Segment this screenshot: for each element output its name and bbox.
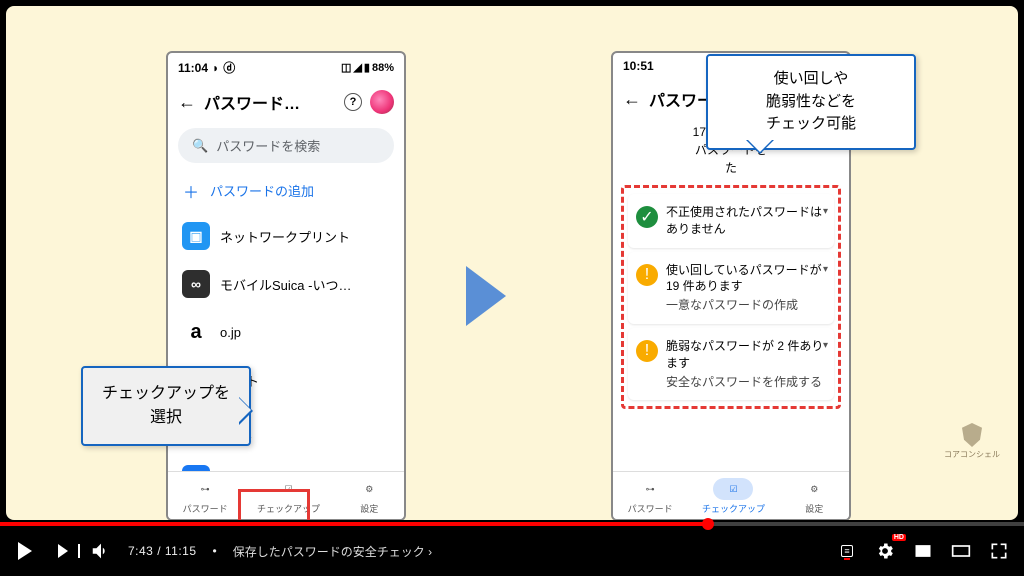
phone-password-list: 11:04 ◗ ⓓ ◫ ◢ ▮ 88% ← パスワード… ? 🔍 パスワードを検…	[166, 51, 406, 520]
site-icon: ▣	[182, 222, 210, 250]
app-header: ← パスワード… ?	[168, 82, 404, 122]
help-icon[interactable]: ?	[344, 93, 362, 111]
password-item[interactable]: ▣ ネットワークプリント	[168, 212, 404, 260]
chevron-down-icon: ▾	[823, 264, 828, 275]
bottom-nav: ⊶ パスワード ☑ チェックアップ ⚙ 設定	[613, 471, 849, 519]
avatar[interactable]	[370, 90, 394, 114]
password-item[interactable]: a o.jp	[168, 308, 404, 356]
search-input[interactable]: 🔍 パスワードを検索	[178, 128, 394, 163]
bottom-nav: ⊶ パスワード ☑ チェックアップ ⚙ 設定	[168, 471, 404, 519]
cc-icon: ≡	[841, 545, 852, 557]
result-text: 不正使用されたパスワードはありません	[666, 204, 826, 238]
arrow-right-icon	[466, 266, 506, 326]
notification-icon: ◗	[212, 61, 219, 75]
nav-checkup[interactable]: ☑ チェックアップ	[257, 478, 320, 515]
video-content: 11:04 ◗ ⓓ ◫ ◢ ▮ 88% ← パスワード… ? 🔍 パスワードを検…	[6, 6, 1018, 520]
status-bar: 11:04 ◗ ⓓ ◫ ◢ ▮ 88%	[168, 53, 404, 82]
site-name: o.jp	[220, 325, 241, 340]
fullscreen-icon	[989, 541, 1009, 561]
clipboard-icon: ☑	[729, 484, 737, 495]
result-sub: 一意なパスワードの作成	[666, 297, 826, 314]
password-item[interactable]: ∞ モバイルSuica -いつ…	[168, 260, 404, 308]
result-ok[interactable]: ✓ 不正使用されたパスワードはありません ▾	[628, 194, 834, 248]
vibrate-icon: ◫	[341, 61, 351, 74]
callout-check-vulnerabilities: 使い回しや 脆弱性などを チェック可能	[706, 54, 916, 150]
clipboard-icon: ☑	[284, 484, 292, 495]
nav-checkup[interactable]: ☑ チェックアップ	[702, 478, 765, 515]
result-sub: 安全なパスワードを作成する	[666, 374, 826, 391]
site-icon: ∞	[182, 270, 210, 298]
result-text: 脆弱なパスワードが 2 件あります	[666, 338, 826, 372]
key-icon: ⊶	[201, 484, 210, 495]
status-time: 11:04	[178, 61, 208, 75]
battery-icon: ▮	[364, 61, 370, 74]
nav-settings[interactable]: ⚙ 設定	[794, 478, 834, 515]
miniplayer-icon	[913, 541, 933, 561]
site-name: ネットワークプリント	[220, 227, 350, 246]
checkup-results-box: ✓ 不正使用されたパスワードはありません ▾ ! 使い回しているパスワードが 1…	[621, 185, 841, 409]
miniplayer-button[interactable]	[912, 540, 934, 562]
key-icon: ⊶	[646, 484, 655, 495]
theater-icon	[950, 541, 972, 561]
signal-icon: ◢	[353, 61, 361, 74]
check-ok-icon: ✓	[636, 206, 658, 228]
search-icon: 🔍	[192, 138, 208, 154]
back-icon[interactable]: ←	[623, 89, 641, 110]
gear-icon: ⚙	[810, 484, 818, 495]
status-time: 10:51	[623, 59, 654, 73]
gear-icon: ⚙	[365, 484, 373, 495]
volume-icon	[90, 540, 112, 562]
result-weak[interactable]: ! 脆弱なパスワードが 2 件あります 安全なパスワードを作成する ▾	[628, 328, 834, 400]
search-placeholder: パスワードを検索	[216, 136, 320, 155]
add-password-button[interactable]: ＋ パスワードの追加	[168, 169, 404, 212]
nav-passwords[interactable]: ⊶ パスワード	[183, 478, 228, 515]
nav-settings[interactable]: ⚙ 設定	[349, 478, 389, 515]
theater-button[interactable]	[950, 540, 972, 562]
next-button[interactable]	[52, 540, 74, 562]
warn-icon: !	[636, 340, 658, 362]
volume-button[interactable]	[90, 540, 112, 562]
chevron-down-icon: ▾	[823, 206, 828, 217]
result-reused[interactable]: ! 使い回しているパスワードが 19 件あります 一意なパスワードの作成 ▾	[628, 252, 834, 324]
warn-icon: !	[636, 264, 658, 286]
battery-pct: 88%	[372, 62, 394, 74]
channel-watermark[interactable]: コアコンシェル	[944, 423, 1000, 460]
watermark-icon	[962, 423, 982, 447]
callout-select-checkup: チェックアップを 選択	[81, 366, 251, 446]
player-controls: 7:43 / 11:15 • 保存したパスワードの安全チェック ≡	[0, 526, 1024, 576]
site-name: モバイルSuica -いつ…	[220, 275, 351, 294]
nav-passwords[interactable]: ⊶ パスワード	[628, 478, 673, 515]
play-button[interactable]	[14, 540, 36, 562]
page-title: パスワード…	[204, 90, 336, 114]
gear-icon	[875, 541, 895, 561]
chevron-down-icon: ▾	[823, 340, 828, 351]
next-icon	[58, 544, 68, 558]
time-display: 7:43 / 11:15	[128, 544, 197, 558]
settings-button[interactable]	[874, 540, 896, 562]
chapter-title[interactable]: 保存したパスワードの安全チェック	[233, 543, 432, 560]
result-text: 使い回しているパスワードが 19 件あります	[666, 262, 826, 296]
fullscreen-button[interactable]	[988, 540, 1010, 562]
play-icon	[18, 542, 32, 560]
back-icon[interactable]: ←	[178, 92, 196, 113]
add-label: パスワードの追加	[210, 181, 314, 200]
site-icon: a	[182, 318, 210, 346]
chapter-separator: •	[213, 544, 217, 558]
notification-icon-2: ⓓ	[223, 59, 235, 76]
subtitles-button[interactable]: ≡	[836, 540, 858, 562]
plus-icon: ＋	[182, 182, 200, 200]
